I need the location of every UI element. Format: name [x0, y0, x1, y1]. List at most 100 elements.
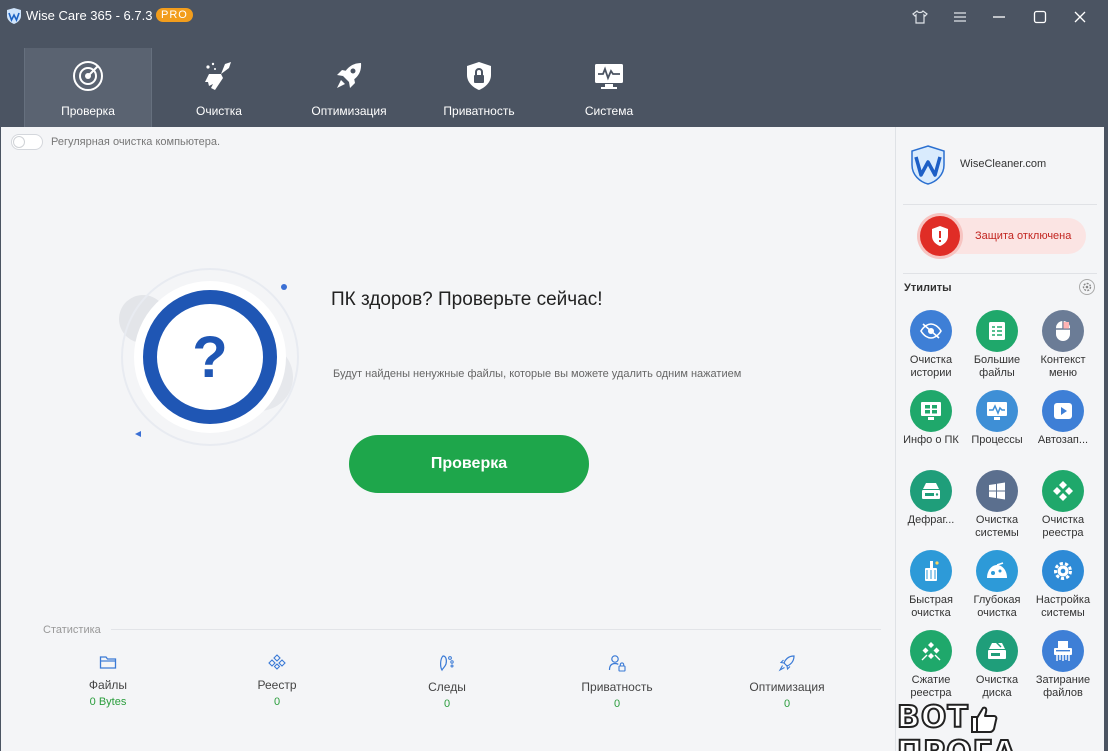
tool-deep-clean[interactable]: Глубокая очистка — [964, 550, 1030, 620]
defrag-icon — [910, 470, 952, 512]
files-icon — [976, 310, 1018, 352]
sidebar-divider — [903, 273, 1097, 274]
window-title: Wise Care 365 - 6.7.3 — [26, 8, 153, 23]
tool-system-tune[interactable]: Настройка системы — [1030, 550, 1096, 620]
mouse-icon — [1042, 310, 1084, 352]
tool-system-clean[interactable]: Очистка системы — [964, 470, 1030, 540]
tshirt-icon — [912, 10, 928, 24]
utilities-settings-button[interactable] — [1079, 279, 1095, 295]
tool-context-menu-label: Контекст меню — [1040, 354, 1086, 379]
tab-system[interactable]: Система — [545, 48, 673, 127]
statistics-title: Статистика — [43, 624, 101, 636]
tab-privacy[interactable]: Приватность — [415, 48, 543, 127]
stat-optimization: Оптимизация 0 — [717, 654, 857, 710]
main-navigation: Проверка Очистка Оптимизация Приватность — [0, 34, 1108, 127]
tool-disk-clean-label: Очистка диска — [975, 674, 1019, 699]
tool-history-clean[interactable]: Очистка истории — [898, 310, 964, 380]
stat-files-label: Файлы — [88, 678, 128, 692]
stat-optimization-label: Оптимизация — [749, 680, 825, 694]
tool-registry-compress[interactable]: Сжатие реестра — [898, 630, 964, 700]
tool-deep-clean-label: Глубокая очистка — [973, 594, 1021, 619]
rocket-icon — [778, 655, 795, 672]
page-headline: ПК здоров? Проверьте сейчас! — [331, 289, 603, 310]
tool-history-clean-label: Очистка истории — [909, 354, 953, 379]
utilities-title: Утилиты — [904, 282, 952, 294]
disk-clean-icon — [976, 630, 1018, 672]
tab-optimize-label: Оптимизация — [311, 104, 387, 118]
tab-optimize[interactable]: Оптимизация — [285, 48, 413, 127]
tab-check[interactable]: Проверка — [24, 48, 152, 127]
page-subtext: Будут найдены ненужные файлы, которые вы… — [333, 368, 742, 380]
deep-clean-icon — [976, 550, 1018, 592]
thumbs-up-icon — [970, 706, 998, 733]
health-check-illustration: ? — [119, 268, 299, 446]
menu-icon — [954, 12, 966, 22]
utilities-sidebar: WiseCleaner.com Защита отключена Утилиты… — [895, 127, 1104, 751]
statistics-divider — [111, 629, 881, 630]
radar-icon — [73, 61, 103, 91]
tool-pc-info-label: Инфо о ПК — [903, 434, 959, 446]
watermark-right: ПРОГА — [896, 734, 1017, 751]
tab-clean-label: Очистка — [196, 104, 242, 118]
sidebar-divider — [903, 204, 1097, 205]
minimize-icon — [993, 16, 1005, 18]
minimize-button[interactable] — [986, 6, 1012, 28]
stat-files: Файлы 0 Bytes — [38, 654, 178, 708]
stat-privacy: Приватность 0 — [547, 654, 687, 710]
eye-off-icon — [910, 310, 952, 352]
main-panel: Регулярная очистка компьютера. ? ПК здор… — [0, 127, 895, 751]
tool-large-files-label: Большие файлы — [973, 354, 1021, 379]
tab-check-label: Проверка — [61, 104, 115, 118]
stat-traces-label: Следы — [428, 680, 466, 694]
brand-link[interactable]: WiseCleaner.com — [960, 158, 1046, 170]
tool-processes-label: Процессы — [971, 434, 1023, 446]
footprints-icon — [440, 655, 454, 672]
maximize-icon — [1033, 10, 1047, 24]
tool-file-shredder-label: Затирание файлов — [1035, 674, 1091, 699]
tool-autorun[interactable]: Автозап... — [1030, 390, 1096, 447]
protection-status[interactable]: Защита отключена — [920, 216, 1086, 256]
close-icon — [1074, 11, 1086, 23]
regular-clean-toggle[interactable] — [11, 134, 43, 150]
tool-file-shredder[interactable]: Затирание файлов — [1030, 630, 1096, 700]
tab-clean[interactable]: Очистка — [155, 48, 283, 127]
stat-registry: Реестр 0 — [207, 654, 347, 708]
tool-processes[interactable]: Процессы — [964, 390, 1030, 447]
tool-large-files[interactable]: Большие файлы — [964, 310, 1030, 380]
play-icon — [1042, 390, 1084, 432]
gear-icon — [1082, 282, 1092, 292]
watermark: BOTПРОГА — [896, 699, 1108, 751]
maximize-button[interactable] — [1027, 6, 1053, 28]
process-monitor-icon — [976, 390, 1018, 432]
tool-registry-clean[interactable]: Очистка реестра — [1030, 470, 1096, 540]
scan-button[interactable]: Проверка — [349, 435, 589, 493]
broom-icon — [205, 62, 231, 90]
tool-quick-clean[interactable]: Быстрая очистка — [898, 550, 964, 620]
stat-traces-value: 0 — [443, 698, 451, 710]
stat-registry-label: Реестр — [257, 678, 297, 692]
tab-system-label: Система — [584, 104, 634, 118]
skin-button[interactable] — [907, 6, 933, 28]
wisecleaner-logo-icon — [911, 145, 945, 185]
tool-defrag[interactable]: Дефраг... — [898, 470, 964, 527]
svg-text:?: ? — [192, 325, 227, 390]
gear-icon — [1042, 550, 1084, 592]
title-bar: Wise Care 365 - 6.7.3 PRO — [0, 0, 1108, 34]
pro-badge: PRO — [156, 8, 193, 22]
regular-clean-label: Регулярная очистка компьютера. — [51, 136, 221, 148]
tool-context-menu[interactable]: Контекст меню — [1030, 310, 1096, 380]
monitor-icon — [595, 64, 623, 89]
close-button[interactable] — [1067, 6, 1093, 28]
quick-clean-icon — [910, 550, 952, 592]
toggle-knob — [13, 136, 25, 148]
tool-registry-compress-label: Сжатие реестра — [910, 674, 952, 699]
tool-disk-clean[interactable]: Очистка диска — [964, 630, 1030, 700]
app-logo-icon — [7, 8, 21, 24]
rocket-icon — [337, 63, 362, 88]
tool-pc-info[interactable]: Инфо о ПК — [898, 390, 964, 447]
tool-defrag-label: Дефраг... — [907, 514, 955, 526]
menu-button[interactable] — [947, 6, 973, 28]
registry-clean-icon — [1042, 470, 1084, 512]
registry-compress-icon — [910, 630, 952, 672]
user-lock-icon — [608, 655, 626, 672]
